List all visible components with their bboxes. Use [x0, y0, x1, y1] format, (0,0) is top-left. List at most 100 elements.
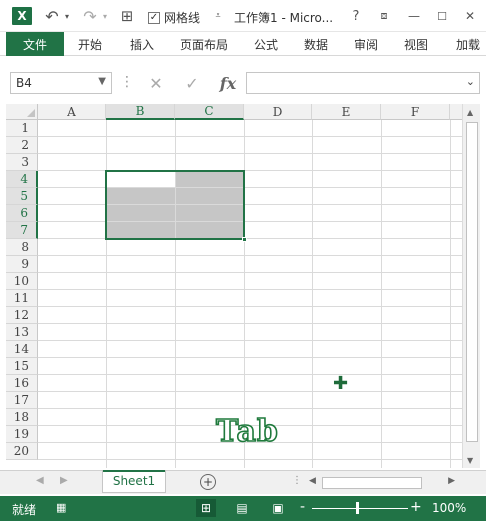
- column-header-c[interactable]: C: [175, 104, 244, 120]
- row-header-15[interactable]: 15: [6, 358, 38, 375]
- horizontal-scrollbar[interactable]: ◀ ▶: [306, 476, 458, 490]
- gridline: [38, 136, 462, 137]
- vertical-scroll-thumb[interactable]: [466, 122, 478, 442]
- expand-formula-bar-icon[interactable]: ⌄: [466, 75, 475, 88]
- page-break-view-button[interactable]: ▣: [268, 499, 288, 517]
- select-all-button[interactable]: [6, 104, 38, 120]
- gridline: [381, 120, 382, 468]
- zoom-level[interactable]: 100%: [432, 501, 466, 515]
- scroll-left-icon[interactable]: ◀: [309, 476, 316, 486]
- tab-home[interactable]: 开始: [78, 32, 102, 56]
- cancel-entry-icon[interactable]: ✕: [142, 72, 170, 94]
- row-header-18[interactable]: 18: [6, 409, 38, 426]
- zoom-in-button[interactable]: +: [410, 499, 422, 515]
- minimize-button[interactable]: —: [404, 6, 424, 26]
- fill-handle[interactable]: [242, 237, 247, 242]
- row-header-1[interactable]: 1: [6, 120, 38, 137]
- row-header-12[interactable]: 12: [6, 307, 38, 324]
- zoom-out-button[interactable]: -: [300, 499, 305, 515]
- tab-key-annotation: Tab: [215, 413, 279, 450]
- name-box[interactable]: B4 ▼: [10, 72, 112, 94]
- undo-dropdown-icon[interactable]: ▾: [62, 6, 72, 26]
- row-header-20[interactable]: 20: [6, 443, 38, 460]
- row-header-7[interactable]: 7: [6, 222, 38, 239]
- gridline: [38, 238, 462, 239]
- formula-input[interactable]: ⌄: [246, 72, 480, 94]
- sheet-tab-sheet1[interactable]: Sheet1: [102, 470, 166, 493]
- column-header-b[interactable]: B: [106, 104, 175, 120]
- gridline: [38, 272, 462, 273]
- gridlines-label: 网格线: [164, 11, 201, 25]
- scroll-up-icon[interactable]: ▲: [467, 108, 473, 117]
- ribbon-tabs: 文件 开始 插入 页面布局 公式 数据 审阅 视图 加载: [0, 32, 486, 56]
- row-header-11[interactable]: 11: [6, 290, 38, 307]
- tab-file[interactable]: 文件: [6, 32, 64, 56]
- sheet-tab-bar: ◀ ▶ Sheet1 + ⋮ ◀ ▶: [0, 470, 486, 494]
- redo-dropdown-icon[interactable]: ▾: [100, 6, 110, 26]
- next-sheet-icon[interactable]: ▶: [60, 475, 68, 486]
- horizontal-scroll-thumb[interactable]: [322, 477, 422, 489]
- row-header-5[interactable]: 5: [6, 188, 38, 205]
- ribbon-display-options-icon[interactable]: ⧈: [374, 6, 394, 26]
- table-grid-icon[interactable]: ⊞: [118, 6, 136, 26]
- select-all-triangle-icon: [27, 109, 35, 117]
- row-header-13[interactable]: 13: [6, 324, 38, 341]
- row-header-9[interactable]: 9: [6, 256, 38, 273]
- row-header-16[interactable]: 16: [6, 375, 38, 392]
- row-header-19[interactable]: 19: [6, 426, 38, 443]
- name-box-dropdown-icon[interactable]: ▼: [98, 76, 106, 87]
- tab-view[interactable]: 视图: [404, 32, 428, 56]
- row-header-10[interactable]: 10: [6, 273, 38, 290]
- row-header-14[interactable]: 14: [6, 341, 38, 358]
- column-header-d[interactable]: D: [244, 104, 312, 120]
- column-header-f[interactable]: F: [381, 104, 450, 120]
- gridline: [38, 374, 462, 375]
- scroll-right-icon[interactable]: ▶: [448, 476, 455, 486]
- row-header-4[interactable]: 4: [6, 171, 38, 188]
- formula-bar: B4 ▼ ⋮ ✕ ✓ fx ⌄: [0, 56, 486, 100]
- gridline: [312, 120, 313, 468]
- zoom-slider-knob[interactable]: [356, 502, 359, 514]
- row-header-17[interactable]: 17: [6, 392, 38, 409]
- gridline: [38, 204, 462, 205]
- tab-formulas[interactable]: 公式: [254, 32, 278, 56]
- tab-review[interactable]: 审阅: [354, 32, 378, 56]
- macro-record-icon[interactable]: ▦: [56, 501, 66, 514]
- confirm-entry-icon[interactable]: ✓: [178, 72, 206, 94]
- tab-page-layout[interactable]: 页面布局: [180, 32, 228, 56]
- redo-icon[interactable]: ↷: [80, 6, 100, 26]
- row-header-2[interactable]: 2: [6, 137, 38, 154]
- tab-data[interactable]: 数据: [304, 32, 328, 56]
- insert-function-icon[interactable]: fx: [214, 72, 242, 94]
- vertical-scrollbar[interactable]: ▲ ▼: [462, 104, 480, 468]
- customize-toolbar-icon[interactable]: ⩡: [212, 6, 224, 26]
- add-sheet-button[interactable]: +: [200, 474, 216, 490]
- tab-insert[interactable]: 插入: [130, 32, 154, 56]
- maximize-icon[interactable]: ☐: [432, 6, 452, 26]
- prev-sheet-icon[interactable]: ◀: [36, 475, 44, 486]
- cell-area[interactable]: ✚ Tab: [38, 120, 462, 468]
- row-header-8[interactable]: 8: [6, 239, 38, 256]
- page-layout-view-button[interactable]: ▤: [232, 499, 252, 517]
- column-header-a[interactable]: A: [38, 104, 106, 120]
- help-button[interactable]: ?: [346, 6, 366, 26]
- gridline: [38, 391, 462, 392]
- column-header-e[interactable]: E: [312, 104, 381, 120]
- scroll-down-icon[interactable]: ▼: [467, 456, 473, 465]
- name-box-value: B4: [16, 76, 32, 90]
- row-header-6[interactable]: 6: [6, 205, 38, 222]
- tab-addins[interactable]: 加载: [456, 32, 486, 56]
- undo-icon[interactable]: ↶: [42, 6, 62, 26]
- tab-split-grip-icon[interactable]: ⋮: [292, 475, 302, 486]
- formula-bar-grip-icon: ⋮: [120, 74, 134, 90]
- gridline: [38, 408, 462, 409]
- worksheet-grid[interactable]: A B C D E F 1 2 3 4 5 6 7 8 9 10 11 12 1…: [6, 104, 462, 468]
- gridlines-toggle[interactable]: ✓ 网格线: [148, 9, 200, 26]
- title-bar: X ↶ ▾ ↷ ▾ ⊞ ✓ 网格线 ⩡ 工作簿1 - Micro... ? ⧈ …: [0, 0, 486, 32]
- gridlines-checkbox[interactable]: ✓: [148, 11, 160, 24]
- normal-view-button[interactable]: ⊞: [196, 499, 216, 517]
- row-header-3[interactable]: 3: [6, 154, 38, 171]
- zoom-slider-track[interactable]: [312, 508, 408, 509]
- close-button[interactable]: ✕: [460, 6, 480, 26]
- status-mode: 就绪: [12, 503, 37, 517]
